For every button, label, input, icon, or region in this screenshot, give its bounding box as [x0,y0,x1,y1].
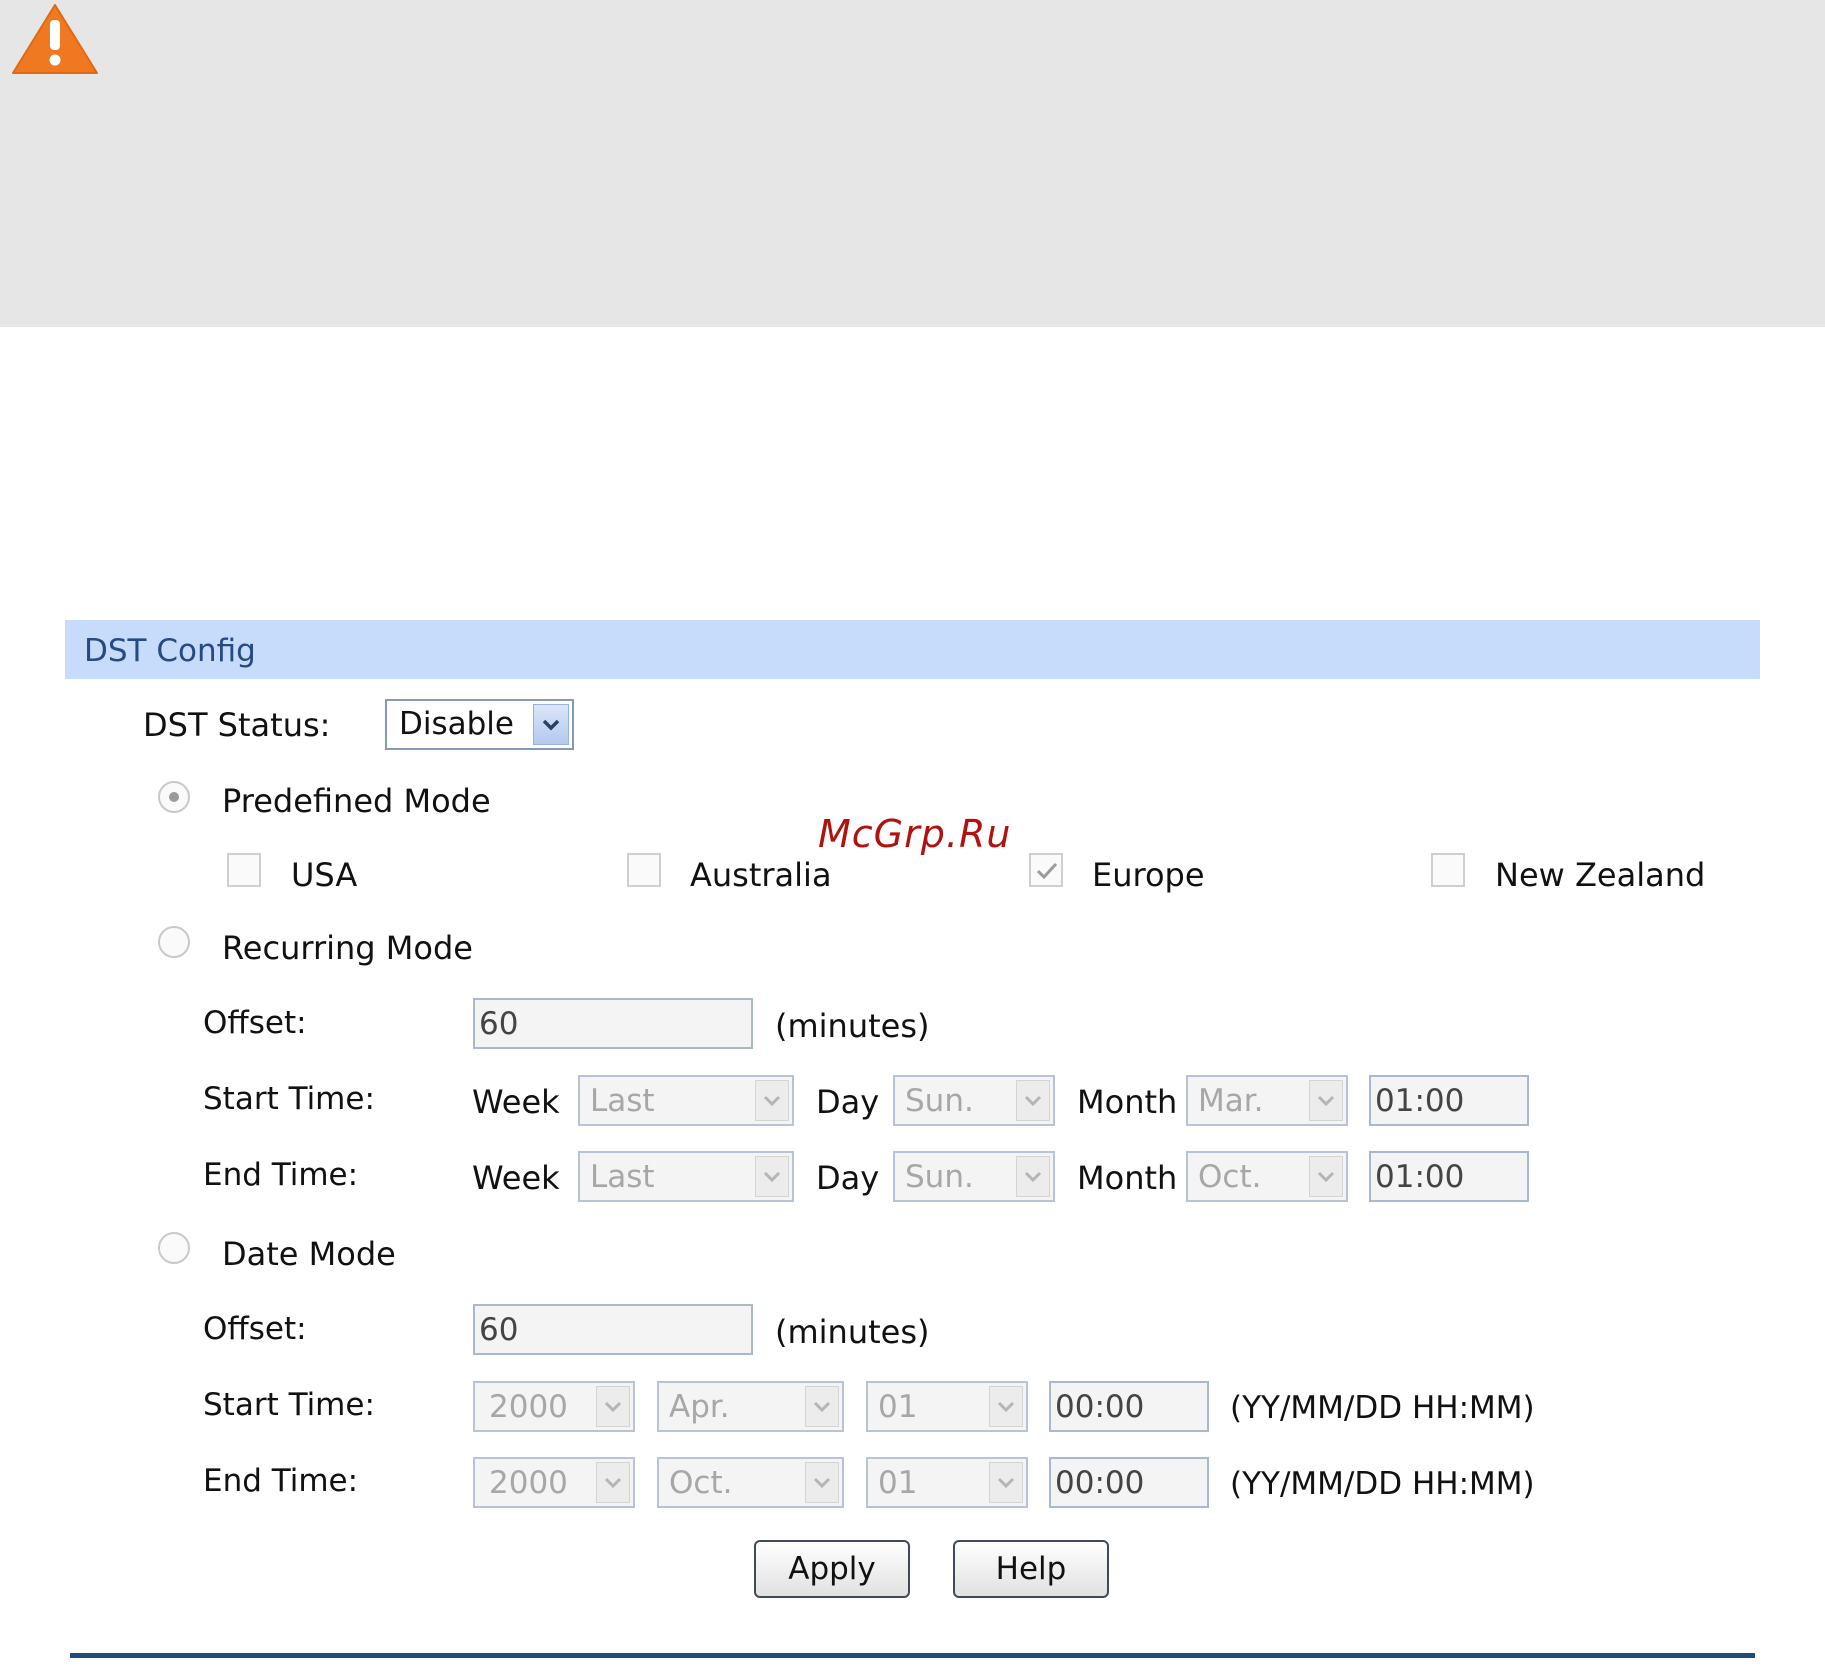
recurring-start-time-input[interactable] [1369,1075,1529,1126]
help-button[interactable]: Help [953,1540,1109,1598]
chevron-down-icon[interactable] [989,1386,1023,1427]
recurring-end-label: End Time: [203,1157,359,1193]
recurring-mode-label: Recurring Mode [222,929,473,967]
predefined-mode-radio[interactable] [158,781,190,813]
recurring-start-month-label: Month [1077,1083,1178,1121]
date-start-label: Start Time: [203,1387,375,1423]
recurring-end-month-select[interactable]: Oct. [1186,1151,1348,1202]
date-start-format: (YY/MM/DD HH:MM) [1230,1390,1535,1426]
recurring-mode-radio[interactable] [158,926,190,958]
usa-label: USA [291,856,358,894]
checkmark-icon [1036,862,1058,880]
recurring-offset-unit: (minutes) [775,1007,930,1045]
new-zealand-label: New Zealand [1495,856,1706,894]
chevron-down-icon[interactable] [805,1386,839,1427]
recurring-offset-input[interactable] [473,998,753,1049]
recurring-start-week-select[interactable]: Last [578,1075,794,1126]
date-start-day-select[interactable]: 01 [866,1381,1028,1432]
chevron-down-icon[interactable] [755,1080,789,1121]
chevron-down-icon[interactable] [1016,1080,1050,1121]
recurring-start-label: Start Time: [203,1081,375,1117]
recurring-start-day-select[interactable]: Sun. [893,1075,1055,1126]
chevron-down-icon[interactable] [1309,1156,1343,1197]
date-start-year-select[interactable]: 2000 [473,1381,635,1432]
date-offset-input[interactable] [473,1304,753,1355]
europe-label: Europe [1092,856,1205,894]
warning-panel [0,0,1825,327]
europe-checkbox[interactable] [1029,853,1063,887]
chevron-down-icon[interactable] [1309,1080,1343,1121]
date-mode-radio[interactable] [158,1232,190,1264]
watermark: McGrp.Ru [818,812,1012,856]
date-offset-unit: (minutes) [775,1313,930,1351]
chevron-down-icon[interactable] [596,1462,630,1503]
chevron-down-icon[interactable] [755,1156,789,1197]
recurring-end-time-input[interactable] [1369,1151,1529,1202]
australia-label: Australia [690,856,832,894]
warning-triangle-icon [10,2,100,76]
chevron-down-icon[interactable] [805,1462,839,1503]
date-offset-label: Offset: [203,1311,307,1347]
date-end-label: End Time: [203,1463,359,1499]
date-start-month-select[interactable]: Apr. [657,1381,844,1432]
recurring-start-week-label: Week [472,1083,560,1121]
dst-status-label: DST Status: [143,706,331,744]
section-title: DST Config [84,633,256,669]
usa-checkbox[interactable] [227,853,261,887]
apply-button[interactable]: Apply [754,1540,910,1598]
dst-status-select[interactable]: Disable [385,699,574,750]
recurring-end-month-label: Month [1077,1159,1178,1197]
recurring-end-week-select[interactable]: Last [578,1151,794,1202]
recurring-end-day-label: Day [816,1159,880,1197]
date-end-format: (YY/MM/DD HH:MM) [1230,1466,1535,1502]
section-header [65,620,1760,679]
recurring-start-day-label: Day [816,1083,880,1121]
date-end-time-input[interactable] [1049,1457,1209,1508]
dst-status-value: Disable [399,706,514,742]
date-end-year-select[interactable]: 2000 [473,1457,635,1508]
chevron-down-icon[interactable] [596,1386,630,1427]
chevron-down-icon[interactable] [533,704,569,745]
new-zealand-checkbox[interactable] [1431,853,1465,887]
date-end-month-select[interactable]: Oct. [657,1457,844,1508]
date-start-time-input[interactable] [1049,1381,1209,1432]
date-end-day-select[interactable]: 01 [866,1457,1028,1508]
predefined-mode-label: Predefined Mode [222,782,491,820]
bottom-divider [70,1653,1755,1658]
australia-checkbox[interactable] [627,853,661,887]
chevron-down-icon[interactable] [989,1462,1023,1503]
recurring-end-week-label: Week [472,1159,560,1197]
recurring-offset-label: Offset: [203,1005,307,1041]
chevron-down-icon[interactable] [1016,1156,1050,1197]
date-mode-label: Date Mode [222,1235,396,1273]
recurring-end-day-select[interactable]: Sun. [893,1151,1055,1202]
recurring-start-month-select[interactable]: Mar. [1186,1075,1348,1126]
